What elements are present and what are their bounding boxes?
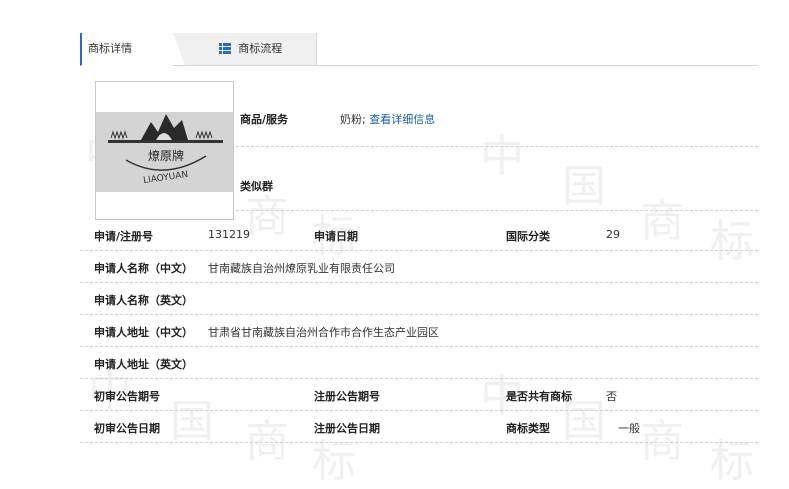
apply-date-label: 申请日期	[314, 230, 358, 243]
applicant-cn-value: 甘南藏族自治州燎原乳业有限责任公司	[208, 262, 395, 275]
reg-notice-date-label: 注册公告日期	[314, 422, 380, 435]
applicant-cn-label: 申请人名称（中文）	[94, 262, 193, 275]
prelim-date-label: 初审公告日期	[94, 422, 160, 435]
applicant-en-label: 申请人名称（英文）	[94, 294, 193, 307]
tab-label: 商标详情	[88, 42, 132, 55]
info-row-reg: 申请/注册号 131219 申请日期 国际分类 29	[80, 219, 758, 250]
type-value: 一般	[618, 422, 640, 435]
goods-services-value: 奶粉; 查看详细信息	[340, 111, 435, 127]
tab-label: 商标流程	[238, 42, 283, 55]
info-row-address-en: 申请人地址（英文）	[80, 347, 758, 378]
type-label: 商标类型	[506, 422, 550, 435]
address-en-label: 申请人地址（英文）	[94, 358, 193, 371]
address-cn-label: 申请人地址（中文）	[94, 326, 193, 339]
info-row-notice-no: 初审公告期号 注册公告期号 是否共有商标 否	[80, 379, 758, 410]
tab-bar: 商标详情 商标流程	[80, 33, 758, 66]
tab-slant	[173, 33, 185, 65]
intl-class-label: 国际分类	[506, 230, 550, 243]
divider	[80, 442, 758, 443]
similar-group-label: 类似群	[240, 180, 273, 193]
goods-services-label: 商品/服务	[240, 113, 289, 126]
intl-class-value: 29	[606, 228, 620, 241]
info-row-applicant-cn: 申请人名称（中文） 甘南藏族自治州燎原乳业有限责任公司	[80, 251, 758, 282]
tab-trademark-process[interactable]: 商标流程	[185, 33, 317, 65]
info-row-notice-date: 初审公告日期 注册公告日期 商标类型 一般	[80, 411, 758, 442]
list-icon	[218, 42, 231, 54]
logo-script-text: 燎原牌	[148, 148, 184, 163]
prelim-no-label: 初审公告期号	[94, 390, 160, 403]
info-row-address-cn: 申请人地址（中文） 甘肃省甘南藏族自治州合作市合作生态产业园区	[80, 315, 758, 346]
reg-no-label: 申请/注册号	[94, 230, 154, 243]
shared-value: 否	[606, 390, 617, 403]
trademark-panel: 商标详情 商标流程 燎原牌 LIAOYUAN 商品/服务 奶粉; 查看详细信息 …	[80, 33, 758, 448]
trademark-logo-image: 燎原牌 LIAOYUAN	[95, 81, 234, 220]
tab-trademark-details[interactable]: 商标详情	[80, 33, 173, 66]
goods-value: 奶粉;	[340, 113, 366, 126]
reg-no-value: 131219	[208, 228, 250, 241]
divider	[236, 210, 758, 211]
shared-label: 是否共有商标	[506, 390, 572, 403]
info-row-applicant-en: 申请人名称（英文）	[80, 283, 758, 314]
trademark-logo-icon: 燎原牌 LIAOYUAN	[96, 112, 233, 192]
view-details-link[interactable]: 查看详细信息	[369, 113, 435, 126]
reg-notice-no-label: 注册公告期号	[314, 390, 380, 403]
divider	[236, 146, 758, 147]
address-cn-value: 甘肃省甘南藏族自治州合作市合作生态产业园区	[208, 326, 439, 339]
